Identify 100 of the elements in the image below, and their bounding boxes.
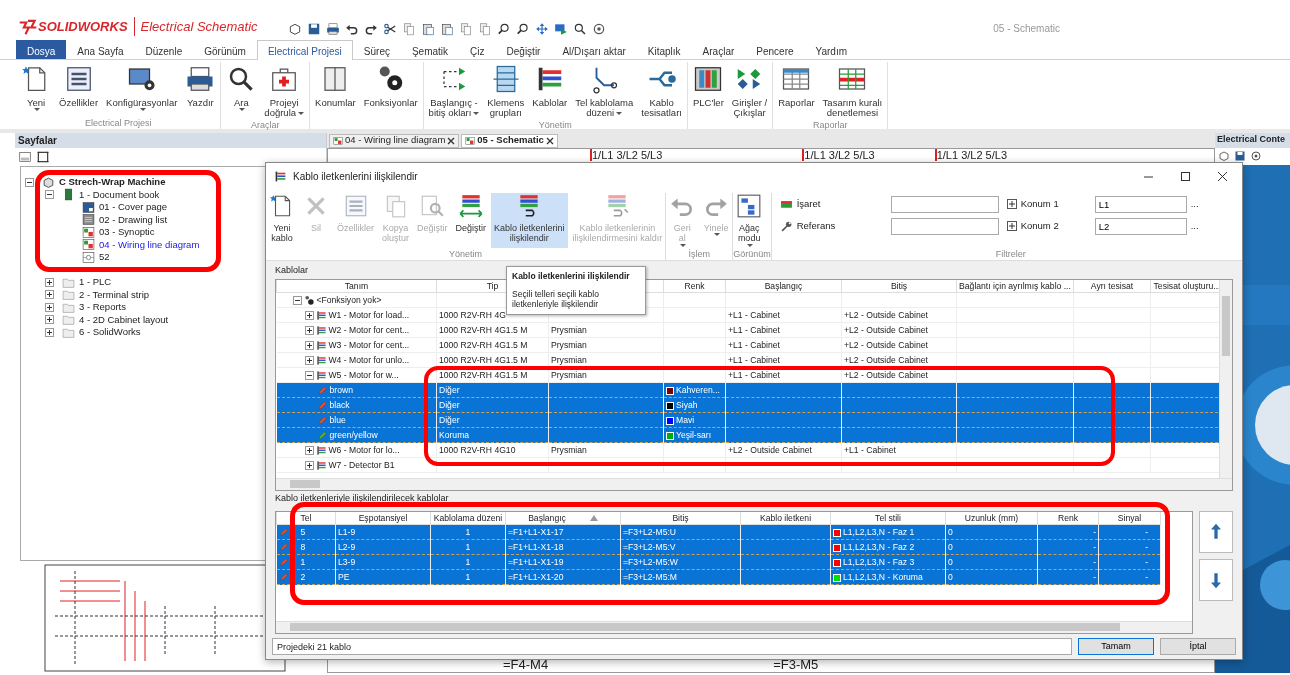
sheet-frame-icon[interactable] <box>36 150 50 164</box>
document-tab[interactable]: 05 - Schematic <box>461 133 558 148</box>
ribbon-tab[interactable]: Şematik <box>400 40 460 59</box>
close-icon[interactable] <box>1217 170 1228 182</box>
column-header[interactable]: Tel stili <box>830 511 946 525</box>
cable-name[interactable]: W5 - Motor for w... <box>328 370 399 380</box>
clipboard-icon[interactable] <box>439 22 454 36</box>
column-header[interactable]: Uzunluk (mm) <box>945 511 1038 525</box>
ribbon-button[interactable]: Fonksiyonlar <box>360 62 421 117</box>
cancel-button[interactable]: İptal <box>1160 638 1236 655</box>
close-icon[interactable] <box>447 136 456 145</box>
ribbon-tab[interactable]: Düzenle <box>134 40 194 59</box>
expand-icon[interactable] <box>45 327 54 337</box>
scissors-icon[interactable] <box>382 22 397 36</box>
scrollbar[interactable] <box>1219 279 1232 478</box>
filter-input[interactable] <box>890 195 999 213</box>
move-up-button[interactable] <box>1199 510 1233 553</box>
ribbon-tab[interactable]: Görünüm <box>193 40 257 59</box>
tree-item[interactable]: 6 - SolidWorks <box>79 325 141 340</box>
tree-item[interactable]: 03 - Synoptic <box>99 225 155 240</box>
collapse-icon[interactable] <box>292 295 302 305</box>
document-tab[interactable]: 04 - Wiring line diagram <box>329 133 460 148</box>
toolbar-button[interactable]: Değiştir <box>452 193 490 248</box>
toolbar-button[interactable]: Ağaç modu <box>733 193 766 248</box>
cube-icon[interactable] <box>287 22 302 36</box>
ribbon-tab[interactable]: Araçlar <box>691 40 746 59</box>
tree-item[interactable]: 4 - 2D Cabinet layout <box>79 312 169 327</box>
redo-icon[interactable] <box>363 22 378 36</box>
column-header[interactable]: Kablo iletkeni <box>740 511 831 525</box>
tree-item[interactable]: 52 <box>99 250 110 265</box>
ribbon-button[interactable]: Konumlar <box>312 62 359 117</box>
scrollbar[interactable] <box>276 477 1232 490</box>
column-header[interactable]: Kablolama düzeni <box>430 511 506 525</box>
tree-item[interactable]: 02 - Drawing list <box>99 212 168 227</box>
cable-name[interactable]: W2 - Motor for cent... <box>328 325 410 335</box>
plus-box-icon[interactable] <box>1006 199 1017 209</box>
ribbon-button[interactable]: Yazdır <box>182 62 219 117</box>
cable-name[interactable]: <Fonksiyon yok> <box>316 295 382 305</box>
ribbon-button[interactable]: Ara <box>223 62 260 119</box>
magnifier-icon[interactable] <box>496 22 511 36</box>
browse-button[interactable]: ... <box>1190 196 1199 212</box>
cable-name[interactable]: W4 - Motor for unlo... <box>328 355 410 365</box>
ribbon-button[interactable]: PLC'ler <box>689 62 727 119</box>
tree-item[interactable]: 04 - Wiring line diagram <box>99 237 200 252</box>
ribbon-tab[interactable]: Süreç <box>352 40 401 59</box>
clipboard-icon[interactable] <box>420 22 435 36</box>
tree-item[interactable]: 3 - Reports <box>79 300 126 315</box>
help-icon[interactable] <box>591 22 606 36</box>
column-header[interactable]: Eşpotansiyel <box>335 511 431 525</box>
expand-icon[interactable] <box>304 325 314 335</box>
expand-icon[interactable] <box>304 355 314 365</box>
expand-icon[interactable] <box>45 290 54 300</box>
expand-icon[interactable] <box>45 277 54 287</box>
help-icon[interactable] <box>1250 150 1262 163</box>
expand-icon[interactable] <box>304 445 314 455</box>
filter-input[interactable] <box>890 217 999 235</box>
column-header[interactable]: Tel <box>276 511 336 525</box>
ribbon-button[interactable]: Klemens grupları <box>484 62 528 119</box>
ribbon-tab[interactable]: Kitaplık <box>636 40 692 59</box>
tree-item[interactable]: 2 - Terminal strip <box>79 287 150 302</box>
scrollbar[interactable] <box>276 620 1192 633</box>
ok-button[interactable]: Tamam <box>1078 638 1154 655</box>
collapse-icon[interactable] <box>304 370 314 380</box>
save-icon[interactable] <box>1234 150 1246 163</box>
cable-name[interactable]: brown <box>329 385 353 395</box>
plus-box-icon[interactable] <box>1006 221 1017 231</box>
search-icon[interactable] <box>572 22 587 36</box>
ribbon-tab[interactable]: Ana Sayfa <box>66 40 135 59</box>
ribbon-button[interactable]: Tel kablolama düzeni <box>572 62 637 119</box>
expand-icon[interactable] <box>304 340 314 350</box>
location-field[interactable]: L1 <box>1094 195 1187 213</box>
ribbon-button[interactable]: Yeni <box>18 62 54 117</box>
magnifier-icon[interactable] <box>515 22 530 36</box>
ribbon-tab[interactable]: Pencere <box>745 40 805 59</box>
cable-name[interactable]: black <box>329 400 350 410</box>
expand-icon[interactable] <box>45 302 54 312</box>
column-header[interactable]: Renk <box>1037 511 1099 525</box>
move-down-button[interactable] <box>1199 558 1233 601</box>
location-field[interactable]: L2 <box>1094 217 1187 235</box>
ribbon-tab[interactable]: Electrical Projesi <box>256 40 353 60</box>
ribbon-tab[interactable]: Değiştir <box>495 40 552 59</box>
ribbon-button[interactable]: Konfigürasyonlar <box>103 62 181 117</box>
toolbar-button[interactable]: Kablo iletkenlerini ilişkilendir <box>491 193 568 248</box>
column-header[interactable]: Sinyal <box>1098 511 1161 525</box>
cable-name[interactable]: W1 - Motor for load... <box>328 310 410 320</box>
ribbon-button[interactable]: Başlangıç - bitiş okları <box>425 62 483 119</box>
close-icon[interactable] <box>545 136 554 145</box>
ribbon-button[interactable]: Girişler / Çıkışlar <box>728 62 771 119</box>
pages-icon[interactable] <box>18 150 32 164</box>
tree-item[interactable]: 01 - Cover page <box>99 200 168 215</box>
ribbon-button[interactable]: Özellikler <box>56 62 102 117</box>
ribbon-tab[interactable]: Çiz <box>459 40 496 59</box>
expand-icon[interactable] <box>304 460 314 470</box>
ribbon-button[interactable]: Kablo tesisatları <box>638 62 685 119</box>
column-header[interactable]: Başlangıç <box>505 511 621 525</box>
undo-icon[interactable] <box>344 22 359 36</box>
expand-icon[interactable] <box>45 315 54 325</box>
ribbon-button[interactable]: Raporlar <box>775 62 818 119</box>
cable-name[interactable]: W7 - Detector B1 <box>328 460 395 470</box>
cube-icon[interactable] <box>1218 150 1230 163</box>
